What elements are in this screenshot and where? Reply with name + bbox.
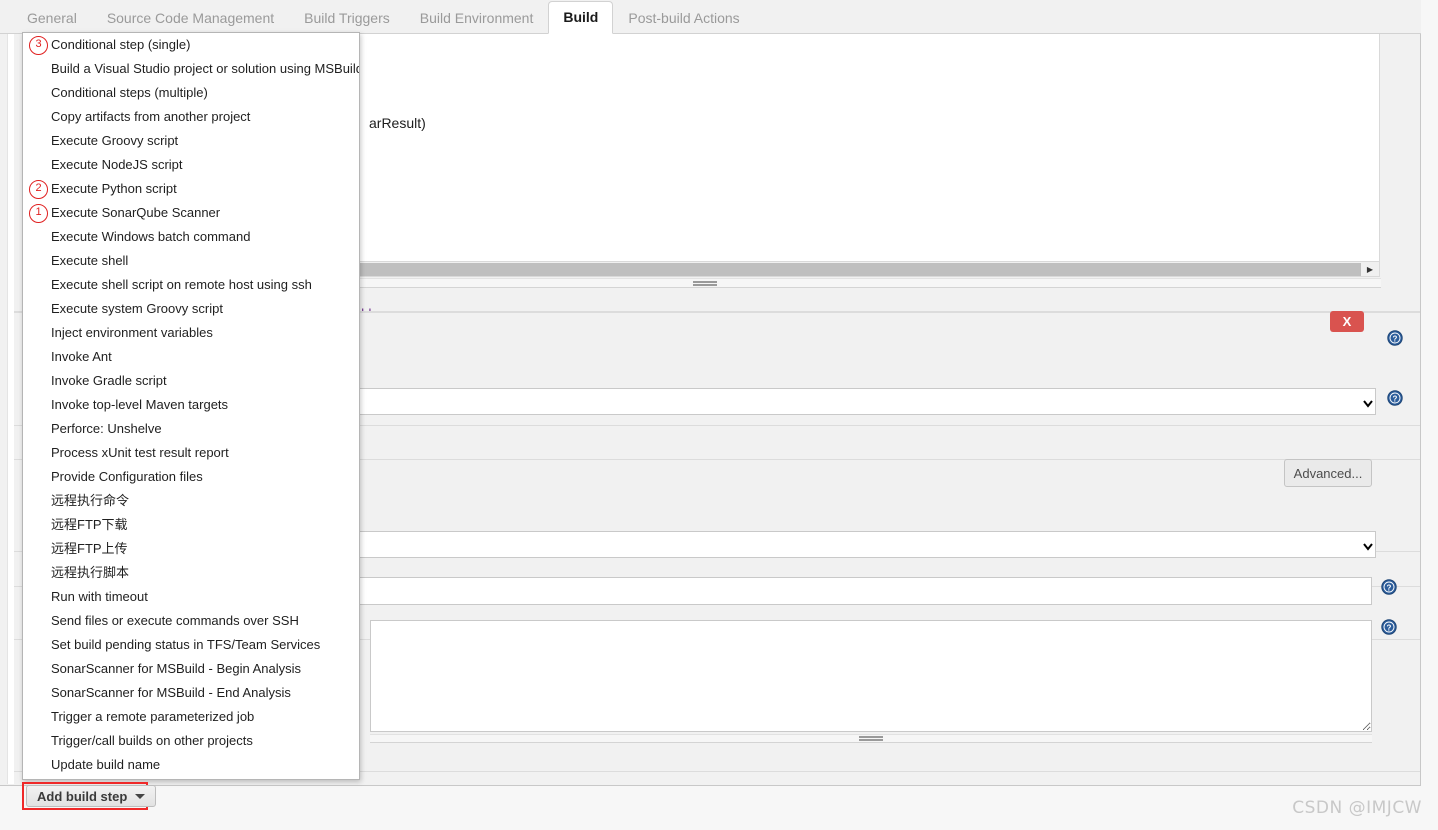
menu-item-label: Inject environment variables — [51, 325, 213, 340]
build-step-textarea[interactable] — [370, 620, 1372, 732]
add-build-step-label: Add build step — [37, 789, 127, 804]
menu-item[interactable]: Invoke top-level Maven targets — [23, 393, 359, 417]
help-icon[interactable]: ? — [1381, 619, 1397, 635]
delete-build-step-button[interactable]: X — [1330, 311, 1364, 332]
menu-item[interactable]: Inject environment variables — [23, 321, 359, 345]
menu-item[interactable]: Set build pending status in TFS/Team Ser… — [23, 633, 359, 657]
caret-down-icon — [135, 794, 145, 799]
menu-item-label: Execute shell — [51, 253, 128, 268]
menu-item[interactable]: Conditional steps (multiple) — [23, 81, 359, 105]
scroll-right-arrow-icon[interactable]: ▶ — [1361, 263, 1379, 276]
menu-item-label: SonarScanner for MSBuild - End Analysis — [51, 685, 291, 700]
menu-item-label: Invoke Gradle script — [51, 373, 167, 388]
left-rail — [0, 34, 14, 784]
tab-post-build-actions[interactable]: Post-build Actions — [613, 2, 754, 34]
menu-item-label: SonarScanner for MSBuild - Begin Analysi… — [51, 661, 301, 676]
menu-item[interactable]: Invoke Gradle script — [23, 369, 359, 393]
menu-item-label: Copy artifacts from another project — [51, 109, 250, 124]
tab-build[interactable]: Build — [548, 1, 613, 34]
menu-item[interactable]: Copy artifacts from another project — [23, 105, 359, 129]
menu-item[interactable]: Build a Visual Studio project or solutio… — [23, 57, 359, 81]
menu-item[interactable]: 3Conditional step (single) — [23, 33, 359, 57]
menu-item-label: Run with timeout — [51, 589, 148, 604]
menu-item-label: Set build pending status in TFS/Team Ser… — [51, 637, 320, 652]
menu-item-label: Send files or execute commands over SSH — [51, 613, 299, 628]
help-icon[interactable]: ? — [1387, 390, 1403, 406]
menu-item-label: 远程FTP上传 — [51, 541, 128, 556]
menu-item[interactable]: SonarScanner for MSBuild - Begin Analysi… — [23, 657, 359, 681]
svg-text:?: ? — [1387, 584, 1392, 593]
watermark: CSDN @IMJCW — [1292, 798, 1422, 818]
menu-item[interactable]: 远程FTP上传 — [23, 537, 359, 561]
menu-item[interactable]: 1Execute SonarQube Scanner — [23, 201, 359, 225]
menu-item[interactable]: Update build name — [23, 753, 359, 777]
menu-item[interactable]: 远程FTP下载 — [23, 513, 359, 537]
menu-item[interactable]: 远程执行脚本 — [23, 561, 359, 585]
menu-item-label: Process xUnit test result report — [51, 445, 229, 460]
tab-build-triggers[interactable]: Build Triggers — [289, 2, 405, 34]
build-step-select-2[interactable] — [350, 531, 1376, 558]
menu-item[interactable]: Execute Groovy script — [23, 129, 359, 153]
svg-text:?: ? — [1387, 624, 1392, 633]
menu-item-label: Execute Python script — [51, 181, 177, 196]
menu-item[interactable]: Execute Windows batch command — [23, 225, 359, 249]
annotation-number-icon: 2 — [29, 180, 48, 199]
help-icon[interactable]: ? — [1381, 579, 1397, 595]
menu-item[interactable]: Execute NodeJS script — [23, 153, 359, 177]
menu-item-label: Provide Configuration files — [51, 469, 203, 484]
menu-item-label: Execute Groovy script — [51, 133, 178, 148]
menu-item-label: Perforce: Unshelve — [51, 421, 162, 436]
menu-item-label: Conditional step (single) — [51, 37, 190, 52]
menu-item[interactable]: Trigger a remote parameterized job — [23, 705, 359, 729]
menu-item[interactable]: Execute system Groovy script — [23, 297, 359, 321]
svg-text:?: ? — [1393, 395, 1398, 404]
menu-item-label: Execute SonarQube Scanner — [51, 205, 220, 220]
menu-item[interactable]: 2Execute Python script — [23, 177, 359, 201]
grip-bars-icon — [859, 736, 883, 741]
menu-item-label: 远程FTP下载 — [51, 517, 128, 532]
menu-item-label: Execute NodeJS script — [51, 157, 183, 172]
menu-item-label: Invoke Ant — [51, 349, 112, 364]
tab-general[interactable]: General — [12, 2, 92, 34]
menu-item-label: Trigger a remote parameterized job — [51, 709, 254, 724]
config-tab-bar: General Source Code Management Build Tri… — [0, 0, 1421, 34]
grip-bars-icon — [693, 281, 717, 286]
add-build-step-dropdown-menu[interactable]: 3Conditional step (single) Build a Visual… — [22, 32, 360, 780]
menu-item[interactable]: Run with timeout — [23, 585, 359, 609]
menu-item[interactable]: Provide Configuration files — [23, 465, 359, 489]
menu-item-label: Execute Windows batch command — [51, 229, 250, 244]
menu-item[interactable]: Execute shell — [23, 249, 359, 273]
menu-item-label: Invoke top-level Maven targets — [51, 397, 228, 412]
menu-item-label: 远程执行命令 — [51, 493, 129, 508]
menu-item-label: Update build name — [51, 757, 160, 772]
menu-item[interactable]: Invoke Ant — [23, 345, 359, 369]
left-rail-inner — [7, 34, 14, 784]
menu-item-label: Execute shell script on remote host usin… — [51, 277, 312, 292]
tab-build-environment[interactable]: Build Environment — [405, 2, 549, 34]
help-icon[interactable]: ? — [1387, 330, 1403, 346]
textarea-resize-grip[interactable] — [370, 734, 1372, 743]
menu-item[interactable]: Trigger/call builds on other projects — [23, 729, 359, 753]
script-editor-visible-text: arResult) — [369, 115, 426, 131]
menu-item[interactable]: 远程执行命令 — [23, 489, 359, 513]
annotation-number-icon: 1 — [29, 204, 48, 223]
build-step-select-1[interactable] — [350, 388, 1376, 415]
add-build-step-button[interactable]: Add build step — [26, 785, 156, 807]
menu-item-label: Build a Visual Studio project or solutio… — [51, 61, 360, 76]
build-step-text-input[interactable] — [350, 577, 1372, 605]
menu-item-label: 远程执行脚本 — [51, 565, 129, 580]
menu-item-label: Conditional steps (multiple) — [51, 85, 208, 100]
menu-item[interactable]: Send files or execute commands over SSH — [23, 609, 359, 633]
menu-item[interactable]: Perforce: Unshelve — [23, 417, 359, 441]
menu-item[interactable]: Execute shell script on remote host usin… — [23, 273, 359, 297]
tab-source-code-management[interactable]: Source Code Management — [92, 2, 289, 34]
svg-text:?: ? — [1393, 335, 1398, 344]
menu-item[interactable]: SonarScanner for MSBuild - End Analysis — [23, 681, 359, 705]
menu-item-label: Trigger/call builds on other projects — [51, 733, 253, 748]
advanced-button[interactable]: Advanced... — [1284, 459, 1372, 487]
annotation-number-icon: 3 — [29, 36, 48, 55]
menu-item-label: Execute system Groovy script — [51, 301, 223, 316]
menu-item[interactable]: Process xUnit test result report — [23, 441, 359, 465]
